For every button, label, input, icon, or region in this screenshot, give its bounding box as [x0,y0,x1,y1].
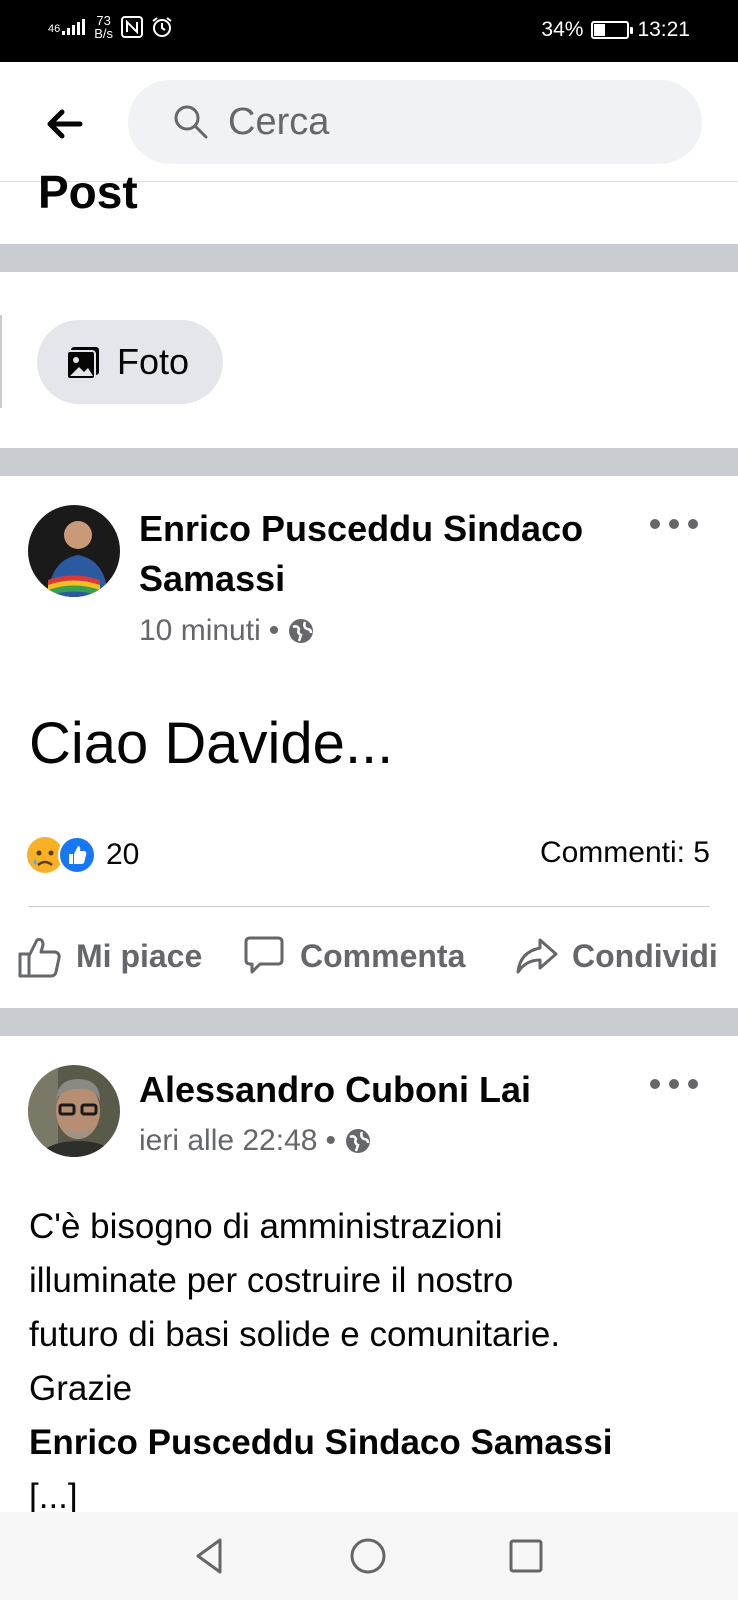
network-type: 46 [48,23,61,35]
post-author[interactable]: Alessandro Cuboni Lai [139,1065,639,1115]
more-options-button[interactable] [650,1074,698,1094]
reaction-summary[interactable]: 20 [26,836,139,874]
thumb-up-icon [18,938,61,978]
post-text-line: C'è bisogno di amministrazioni [29,1207,503,1246]
network-indicator: 46 [48,19,86,35]
like-label: Mi piace [76,937,203,974]
nav-back-icon[interactable] [188,1534,232,1578]
comment-button[interactable]: Commenta [240,932,465,980]
nfc-icon [121,16,144,38]
share-button[interactable]: Condividi [512,932,718,980]
speed-unit: B/s [94,26,114,41]
author-name-line1: Enrico Pusceddu Sindaco [139,508,584,549]
avatar[interactable] [28,505,120,597]
search-icon [174,105,208,139]
post-text-line: illuminate per costruire il nostro [29,1261,514,1300]
filter-chip-label: Foto [117,341,190,382]
like-reaction-icon [58,836,96,874]
meta-separator: • [325,1124,336,1157]
more-options-button[interactable] [650,514,698,534]
post-actions: Mi piace Commenta Condividi [0,932,738,992]
search-input[interactable]: Cerca [128,80,702,164]
nav-home-icon[interactable] [346,1534,390,1578]
signal-icon [62,19,86,35]
top-app-bar: Cerca [0,62,738,182]
clock: 13:21 [637,18,690,41]
battery-fill [594,24,606,36]
share-label: Condividi [572,937,718,974]
nav-recents-icon[interactable] [504,1534,548,1578]
post-time[interactable]: ieri alle 22:48 [139,1124,317,1158]
divider [28,906,710,907]
share-icon [516,938,558,974]
post-author[interactable]: Enrico Pusceddu Sindaco Samassi [139,504,639,604]
meta-separator: • [268,614,280,647]
status-right: 34% 13:21 [541,18,690,42]
filter-chip-foto[interactable]: Foto [37,320,223,404]
status-left: 46 73 B/s [48,14,173,40]
status-bar: 46 73 B/s 34% 13:21 [0,0,738,62]
globe-icon [289,619,314,643]
post-text-line: Grazie [29,1369,133,1408]
alarm-icon [152,17,172,37]
tagged-name-link[interactable]: Enrico Pusceddu Sindaco Samassi [29,1416,719,1470]
post-text: Ciao Davide... [29,711,394,776]
post-time[interactable]: 10 minuti [139,614,261,648]
photo-icon [66,347,99,380]
author-name-line2: Samassi [139,558,286,599]
post-text-line: futuro di basi solide e comunitarie. [29,1315,561,1354]
post-text: C'è bisogno di amministrazioni illuminat… [29,1200,719,1524]
back-arrow-icon[interactable] [40,100,88,148]
system-nav-bar [0,1512,738,1600]
section-separator [0,1008,738,1036]
comment-icon [244,936,284,974]
post-meta: 10 minuti • [139,614,315,648]
section-title: Post [38,166,138,217]
avatar[interactable] [28,1065,120,1157]
comment-label: Commenta [300,937,466,974]
comment-count[interactable]: Commenti: 5 [540,836,710,870]
scroll-edge [0,315,2,408]
globe-icon [345,1129,370,1153]
reaction-count: 20 [106,838,140,871]
search-placeholder: Cerca [228,100,330,143]
battery-percent: 34% [541,18,584,41]
data-speed: 73 B/s [94,14,113,40]
post-meta: ieri alle 22:48 • [139,1124,372,1158]
like-button[interactable]: Mi piace [16,932,202,980]
section-separator [0,448,738,476]
battery-icon [591,21,634,39]
section-separator [0,244,738,272]
